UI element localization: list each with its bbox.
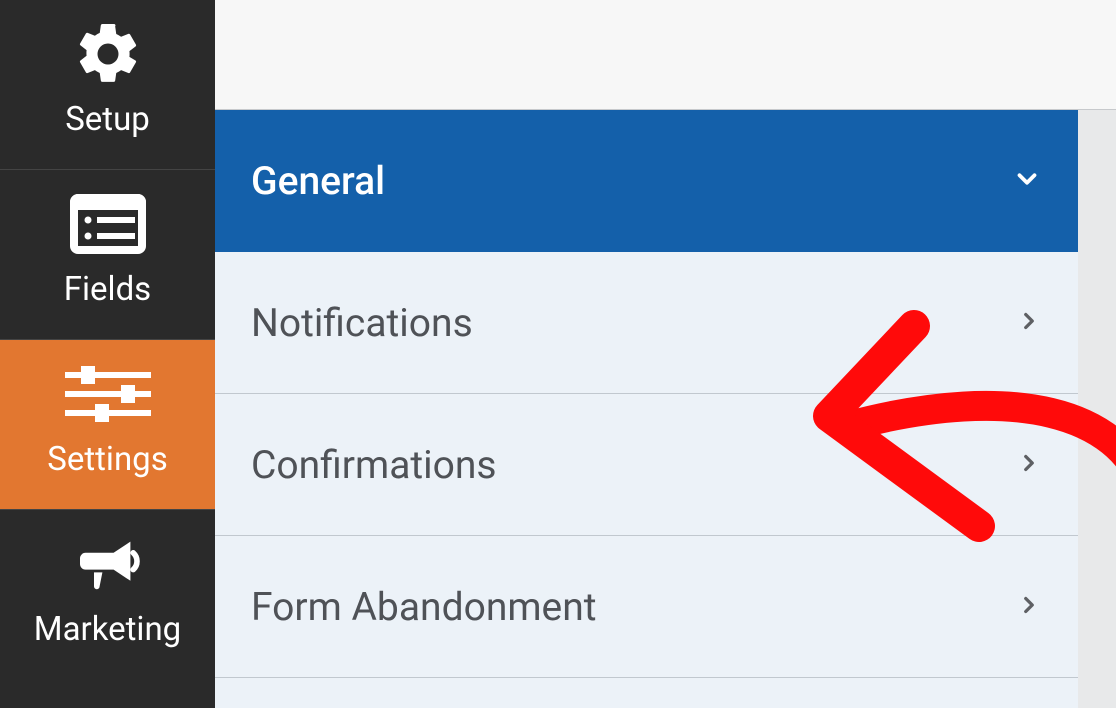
sidebar-item-label: Settings — [47, 440, 168, 479]
chevron-right-icon — [1016, 308, 1042, 338]
right-gutter — [1078, 110, 1116, 708]
panel-item-label: General — [251, 158, 385, 204]
sidebar-item-label: Setup — [65, 100, 150, 139]
bullhorn-icon — [72, 536, 144, 592]
panel-item-confirmations[interactable]: Confirmations — [215, 394, 1078, 536]
settings-panel: General Notifications Confirmations — [215, 110, 1078, 708]
sidebar-item-label: Fields — [64, 270, 151, 309]
sidebar-item-setup[interactable]: Setup — [0, 0, 215, 169]
sidebar-item-settings[interactable]: Settings — [0, 339, 215, 509]
panel-item-notifications[interactable]: Notifications — [215, 252, 1078, 394]
panel-item-form-abandonment[interactable]: Form Abandonment — [215, 536, 1078, 678]
sidebar-item-marketing[interactable]: Marketing — [0, 509, 215, 679]
sliders-icon — [65, 366, 151, 422]
main-content: General Notifications Confirmations — [215, 0, 1116, 708]
list-icon — [70, 196, 146, 252]
gear-icon — [72, 26, 144, 82]
panel-item-label: Form Abandonment — [251, 584, 597, 630]
sidebar-item-label: Marketing — [34, 610, 181, 649]
chevron-down-icon — [1012, 164, 1042, 198]
panel-item-label: Notifications — [251, 300, 473, 346]
sidebar: Setup Fields — [0, 0, 215, 708]
chevron-right-icon — [1016, 592, 1042, 622]
panel-item-general[interactable]: General — [215, 110, 1078, 252]
sidebar-item-fields[interactable]: Fields — [0, 169, 215, 339]
panel-item-label: Confirmations — [251, 442, 497, 488]
topbar — [215, 0, 1116, 110]
chevron-right-icon — [1016, 450, 1042, 480]
